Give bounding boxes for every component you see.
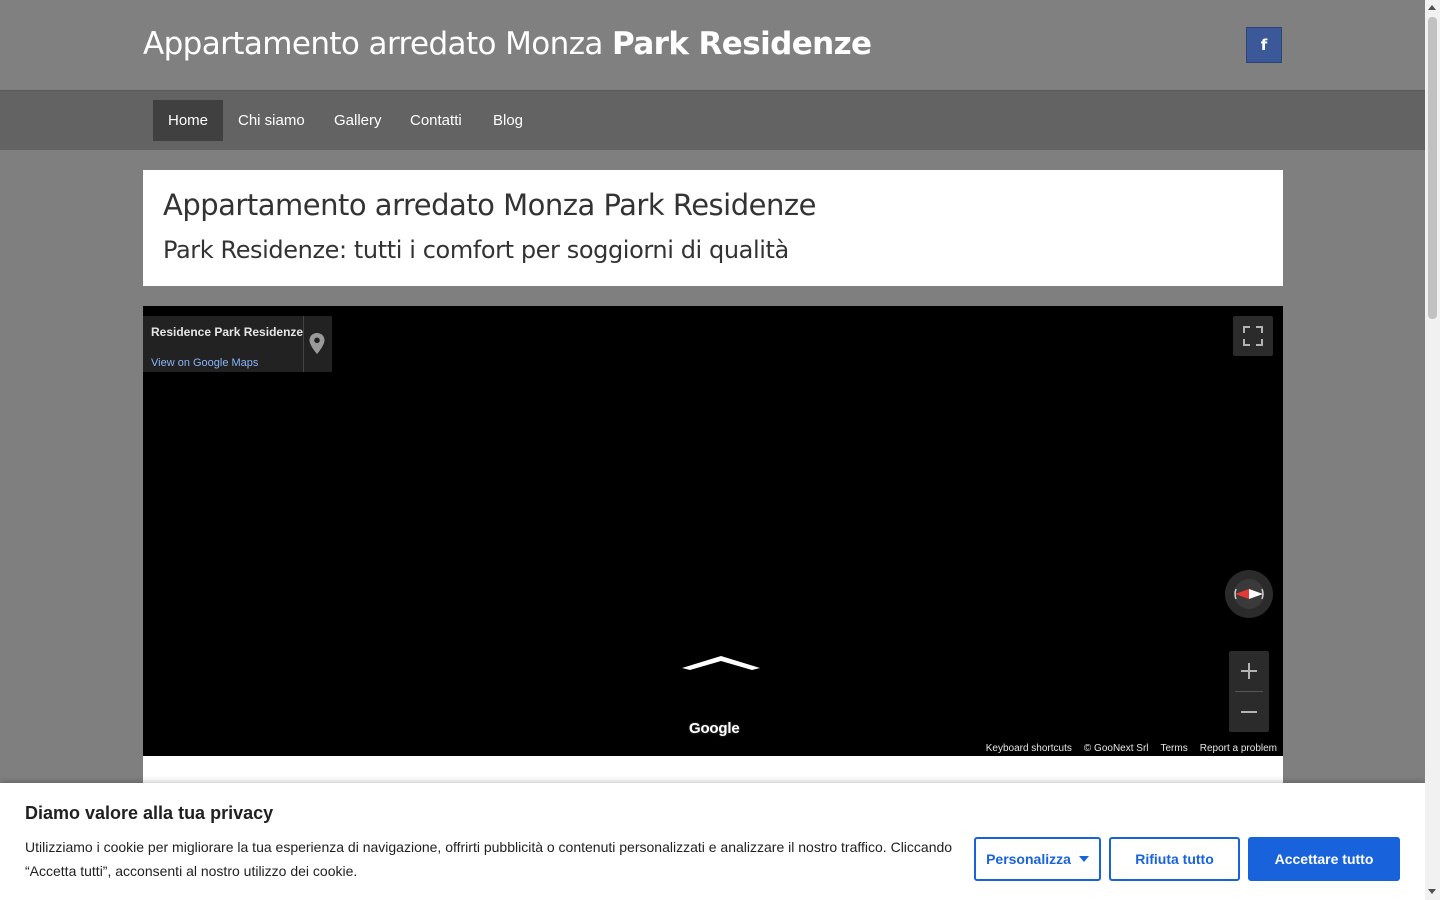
reject-all-button[interactable]: Rifiuta tutto xyxy=(1109,837,1240,881)
map-copyright: © GooNext Srl xyxy=(1083,743,1149,754)
compass-button[interactable] xyxy=(1225,570,1273,618)
google-logo: Google xyxy=(689,720,740,737)
scroll-up-icon[interactable] xyxy=(1428,5,1436,10)
place-card: Residence Park Residenze View on Google … xyxy=(143,316,332,372)
street-view-map[interactable]: Residence Park Residenze View on Google … xyxy=(143,306,1283,756)
site-title-regular: Appartamento arredato Monza xyxy=(143,26,603,62)
caret-down-icon xyxy=(1078,856,1089,862)
view-on-google-maps-link[interactable]: View on Google Maps xyxy=(151,357,258,369)
page-title: Appartamento arredato Monza Park Residen… xyxy=(163,188,816,222)
fullscreen-button[interactable] xyxy=(1233,316,1273,356)
zoom-in-button[interactable] xyxy=(1229,651,1269,691)
site-title-bold: Park Residenze xyxy=(612,26,872,62)
scroll-down-icon[interactable] xyxy=(1428,889,1436,894)
nav-item-gallery[interactable]: Gallery xyxy=(319,100,397,141)
chevron-up-icon[interactable] xyxy=(680,654,762,674)
scrollbar-thumb[interactable] xyxy=(1428,17,1437,319)
cookie-text: Utilizziamo i cookie per migliorare la t… xyxy=(25,839,953,879)
zoom-in-icon xyxy=(1241,663,1257,679)
nav-item-home[interactable]: Home xyxy=(153,100,224,141)
keyboard-shortcuts-link[interactable]: Keyboard shortcuts xyxy=(980,742,1078,756)
nav-item-contatti[interactable]: Contatti xyxy=(395,100,477,141)
place-card-divider xyxy=(303,316,304,372)
page-subtitle: Park Residenze: tutti i comfort per sogg… xyxy=(163,236,789,264)
page-scrollbar[interactable] xyxy=(1425,0,1440,900)
cookie-banner: Diamo valore alla tua privacy Utilizziam… xyxy=(0,783,1425,900)
zoom-out-icon xyxy=(1241,711,1257,713)
map-footer: Keyboard shortcuts © GooNext Srl Terms R… xyxy=(980,742,1283,756)
intro-box: Appartamento arredato Monza Park Residen… xyxy=(143,170,1283,286)
cookie-title: Diamo valore alla tua privacy xyxy=(25,803,274,823)
facebook-icon: f xyxy=(1260,36,1268,54)
compass-icon xyxy=(1234,579,1264,609)
report-problem-link[interactable]: Report a problem xyxy=(1194,742,1283,756)
customize-button[interactable]: Personalizza xyxy=(974,837,1101,881)
fullscreen-icon xyxy=(1243,326,1263,346)
nav-item-blog[interactable]: Blog xyxy=(478,100,538,141)
place-name: Residence Park Residenze xyxy=(151,325,304,339)
accept-all-button[interactable]: Accettare tutto xyxy=(1248,837,1400,881)
main-nav: Home Chi siamo Gallery Contatti Blog xyxy=(0,90,1425,150)
nav-item-chi-siamo[interactable]: Chi siamo xyxy=(223,100,320,141)
customize-label: Personalizza xyxy=(986,851,1071,867)
zoom-out-button[interactable] xyxy=(1229,692,1269,732)
terms-link[interactable]: Terms xyxy=(1155,742,1194,756)
pin-icon[interactable] xyxy=(308,332,326,356)
site-title[interactable]: Appartamento arredato Monza Park Residen… xyxy=(143,26,872,62)
zoom-controls xyxy=(1229,651,1269,732)
facebook-button[interactable]: f xyxy=(1246,27,1282,63)
site-header: Appartamento arredato Monza Park Residen… xyxy=(0,0,1425,90)
